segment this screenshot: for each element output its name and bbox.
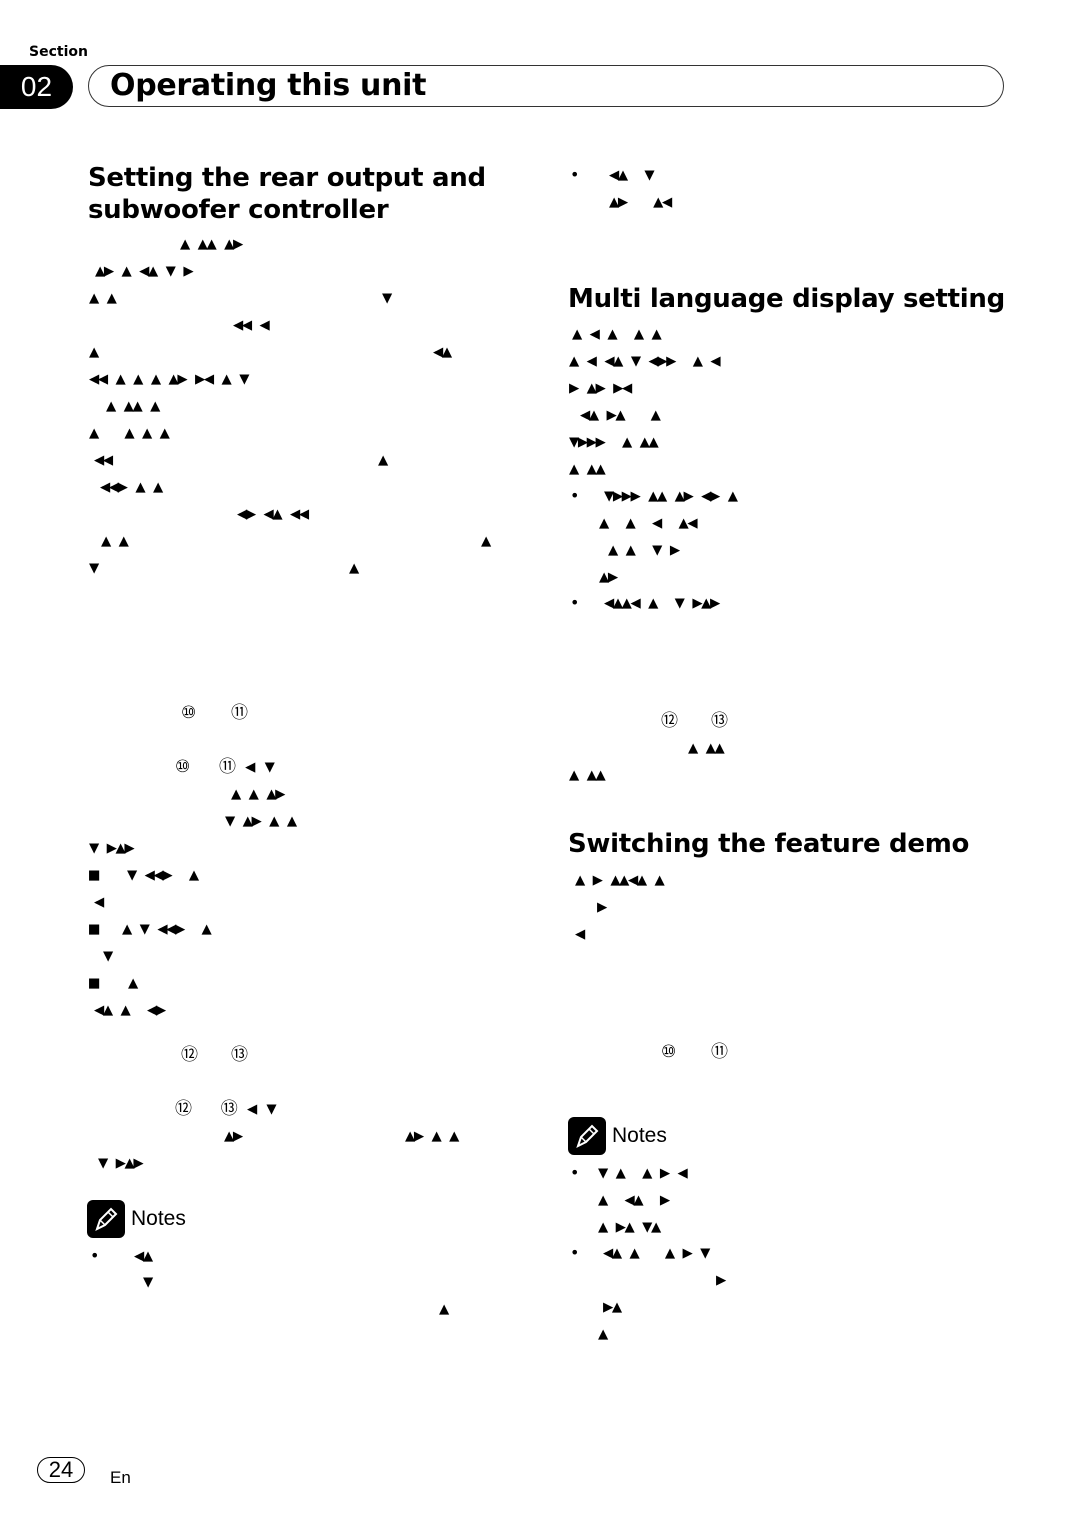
body-line: ▲ ▲ ▲ ▲ (89, 423, 170, 443)
body-line: ▶ ▲▶ ▶◀ (569, 378, 632, 398)
step-line: ▲▶ ▲ ▲ (405, 1126, 459, 1146)
list-line: ◀▲▲◀ ▲ ▼ ▶▲▶ (604, 593, 720, 613)
note-line: ▲ ▶▲ ▼▲ (598, 1217, 661, 1237)
button-ref-11: ⑪ (711, 1042, 728, 1062)
note-bullet: • (90, 1246, 100, 1265)
option-marker: ■ (89, 919, 99, 939)
body-line: ▶ (597, 897, 607, 917)
button-ref-12: ⑫ (181, 1045, 198, 1065)
list-line: ▲ ▲ ▼ ▶ (608, 540, 680, 560)
notes-header: Notes (87, 1200, 186, 1238)
note-line: ◀▲ (134, 1246, 153, 1266)
body-line: ▼ (382, 288, 392, 308)
step-line: ▼ ▶▲▶ (89, 838, 135, 858)
body-line: ▲ (481, 531, 491, 551)
body-line: ▲ ▶ ▲▲◀▲ ▲ (575, 870, 665, 890)
step-line: ▲ ▲ ▲▶ (231, 784, 285, 804)
body-line: ▼▶▶▶ ▲ ▲▲ (569, 432, 659, 452)
chapter-title: Operating this unit (110, 68, 427, 103)
body-line: ▲ (349, 558, 359, 578)
list-line: ▲▶ (599, 567, 618, 587)
option-marker: ■ (89, 973, 99, 993)
body-line: ▲ ◀ ▲ ▲ ▲ (572, 324, 662, 344)
note-line: ◀▲ ▲ ▲ ▶ ▼ (603, 1243, 710, 1263)
body-line: ▲▶ ▲ ◀▲ ▼ ▶ (95, 261, 194, 281)
body-line: ▲ ▲▲ ▲▶ (180, 234, 243, 254)
body-line: ▲ ◀ ◀▲ ▼ ◀▶▶ ▲ ◀ (569, 351, 721, 371)
body-line: ▲ (378, 450, 388, 470)
notes-label: Notes (131, 1207, 186, 1230)
list-bullet: • (570, 593, 580, 612)
note-line: ▲ ◀▲ ▶ (598, 1190, 670, 1210)
note-bullet: • (570, 165, 580, 184)
step-line: ▲▶ (224, 1126, 243, 1146)
list-bullet: • (570, 486, 580, 505)
list-line: ▼▶▶▶ ▲▲ ▲▶ ◀▶ ▲ (604, 486, 738, 506)
step-line: ▲ ▲▲ (569, 765, 606, 785)
step-line: ▼ ▶▲▶ (98, 1153, 144, 1173)
body-line: ▲ ▲ (101, 531, 129, 551)
body-line: ▲ ▲▲ ▲ (106, 396, 160, 416)
list-line: ▲ ▲ ◀ ▲◀ (599, 513, 698, 533)
option-subtext: ▼ (103, 946, 113, 966)
note-bullet: • (570, 1163, 580, 1182)
pencil-icon (87, 1200, 125, 1238)
button-ref-13: ⑬ (231, 1045, 248, 1065)
heading-feature-demo: Switching the feature demo (568, 829, 970, 859)
pencil-icon (568, 1117, 606, 1155)
body-line: ◀◀ ▲ ▲ ▲ ▲▶ ▶◀ ▲ ▼ (89, 369, 249, 389)
body-line: ◀◀ ◀ (233, 315, 270, 335)
note-line: ▶▲ (603, 1297, 622, 1317)
body-line: ◀▲ (433, 342, 452, 362)
option-text: ▲ ▼ ◀◀▶ ▲ (122, 919, 212, 939)
heading-line: Setting the rear output and (88, 163, 486, 193)
notes-header: Notes (568, 1117, 667, 1155)
button-ref-10: ⑩ (661, 1042, 677, 1062)
step-line: ▼ ▲▶ ▲ ▲ (225, 811, 297, 831)
language-code: En (110, 1468, 131, 1487)
note-bullet: • (570, 1243, 580, 1262)
note-line: ▼ (143, 1272, 153, 1292)
notes-label: Notes (612, 1124, 667, 1147)
heading-rear-output: Setting the rear output and subwoofer co… (88, 162, 486, 226)
option-text: ▼ ◀◀▶ ▲ (127, 865, 199, 885)
body-line: ▲ ▲ (89, 288, 117, 308)
note-line: ▼ ▲ ▲ ▶ ◀ (598, 1163, 688, 1183)
step-line: ⑩ ⑪ ◀ ▼ (175, 757, 275, 777)
button-ref-13: ⑬ (711, 711, 728, 731)
step-line: ⑫ ⑬ ◀ ▼ (175, 1099, 277, 1119)
body-line: ▲ ▲▲ (569, 459, 606, 479)
step-line: ▲ ▲▲ (688, 738, 725, 758)
section-label: Section (29, 44, 88, 60)
body-line: ◀▲ ▶▲ ▲ (580, 405, 661, 425)
option-subtext: ◀ (94, 892, 104, 912)
option-marker: ■ (89, 865, 99, 885)
heading-multi-language: Multi language display setting (568, 284, 1005, 314)
button-ref-12: ⑫ (661, 711, 678, 731)
body-line: ◀ (575, 924, 585, 944)
page-number: 24 (37, 1457, 85, 1483)
body-line: ◀◀▶ ▲ ▲ (100, 477, 163, 497)
note-line: ▶ (716, 1270, 726, 1290)
section-number-badge: 02 (0, 65, 73, 109)
note-line: ▲ (439, 1299, 449, 1319)
button-ref-11: ⑪ (231, 703, 248, 723)
body-line: ▲ (89, 342, 99, 362)
option-text: ▲ (128, 973, 138, 993)
heading-line: subwoofer controller (88, 195, 389, 225)
body-line: ◀◀ (94, 450, 113, 470)
note-line: ▲▶ ▲◀ (609, 192, 672, 212)
note-line: ◀▲ ▼ (609, 165, 655, 185)
body-line: ◀▶ ◀▲ ◀◀ (237, 504, 309, 524)
body-line: ▼ (89, 558, 99, 578)
option-subtext: ◀▲ ▲ ◀▶ (94, 1000, 166, 1020)
note-line: ▲ (598, 1324, 608, 1344)
button-ref-10: ⑩ (181, 703, 197, 723)
